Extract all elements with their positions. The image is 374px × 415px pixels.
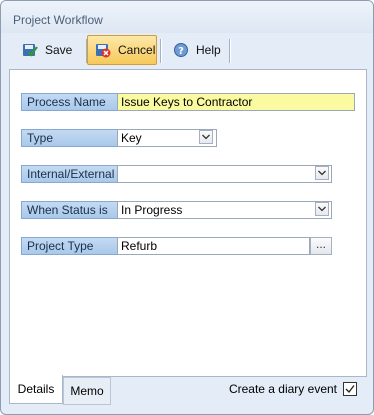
diary-event-label: Create a diary event: [228, 382, 337, 396]
cancel-button[interactable]: Cancel: [87, 35, 157, 65]
when-status-select[interactable]: In Progress: [117, 201, 332, 219]
process-name-label: Process Name: [21, 93, 122, 111]
type-label: Type: [21, 129, 122, 147]
save-button[interactable]: Save: [13, 35, 85, 65]
checkmark-icon: [345, 385, 355, 393]
cancel-icon: [95, 42, 111, 58]
help-button[interactable]: ? Help: [163, 35, 229, 65]
diary-event-checkbox[interactable]: [343, 382, 357, 396]
tab-details[interactable]: Details: [9, 375, 63, 404]
when-status-dropdown-button[interactable]: [315, 202, 329, 216]
save-label: Save: [45, 43, 73, 57]
svg-text:?: ?: [178, 46, 184, 57]
chevron-down-icon: [202, 134, 210, 140]
internal-external-label: Internal/External: [21, 165, 122, 183]
when-status-label: When Status is: [21, 201, 122, 219]
chevron-down-icon: [318, 170, 326, 176]
project-workflow-window: Project Workflow Save Cancel ? Help Proc…: [0, 0, 374, 415]
save-icon: [22, 42, 38, 58]
diary-event-option[interactable]: Create a diary event: [229, 381, 357, 397]
chevron-down-icon: [318, 206, 326, 212]
internal-external-select[interactable]: [117, 165, 332, 183]
details-panel: Process Name Issue Keys to Contractor Ty…: [9, 69, 367, 377]
tab-bar: Details Memo Create a diary event: [9, 375, 365, 405]
toolbar: Save Cancel ? Help: [9, 35, 367, 67]
help-icon: ?: [173, 42, 189, 58]
tab-memo[interactable]: Memo: [63, 377, 111, 405]
cancel-label: Cancel: [118, 43, 156, 57]
when-status-value: In Progress: [121, 203, 183, 217]
project-type-browse-button[interactable]: ...: [310, 237, 332, 255]
project-type-field[interactable]: Refurb: [117, 237, 310, 255]
window-title: Project Workflow: [13, 13, 103, 27]
toolbar-separator: [160, 39, 161, 63]
type-value: Key: [121, 131, 142, 145]
title-bar: Project Workflow: [1, 1, 373, 33]
type-dropdown-button[interactable]: [199, 130, 213, 144]
toolbar-separator: [229, 39, 230, 63]
project-type-label: Project Type: [21, 237, 122, 255]
internal-external-dropdown-button[interactable]: [315, 166, 329, 180]
process-name-field[interactable]: Issue Keys to Contractor: [117, 93, 355, 111]
help-label: Help: [196, 43, 221, 57]
